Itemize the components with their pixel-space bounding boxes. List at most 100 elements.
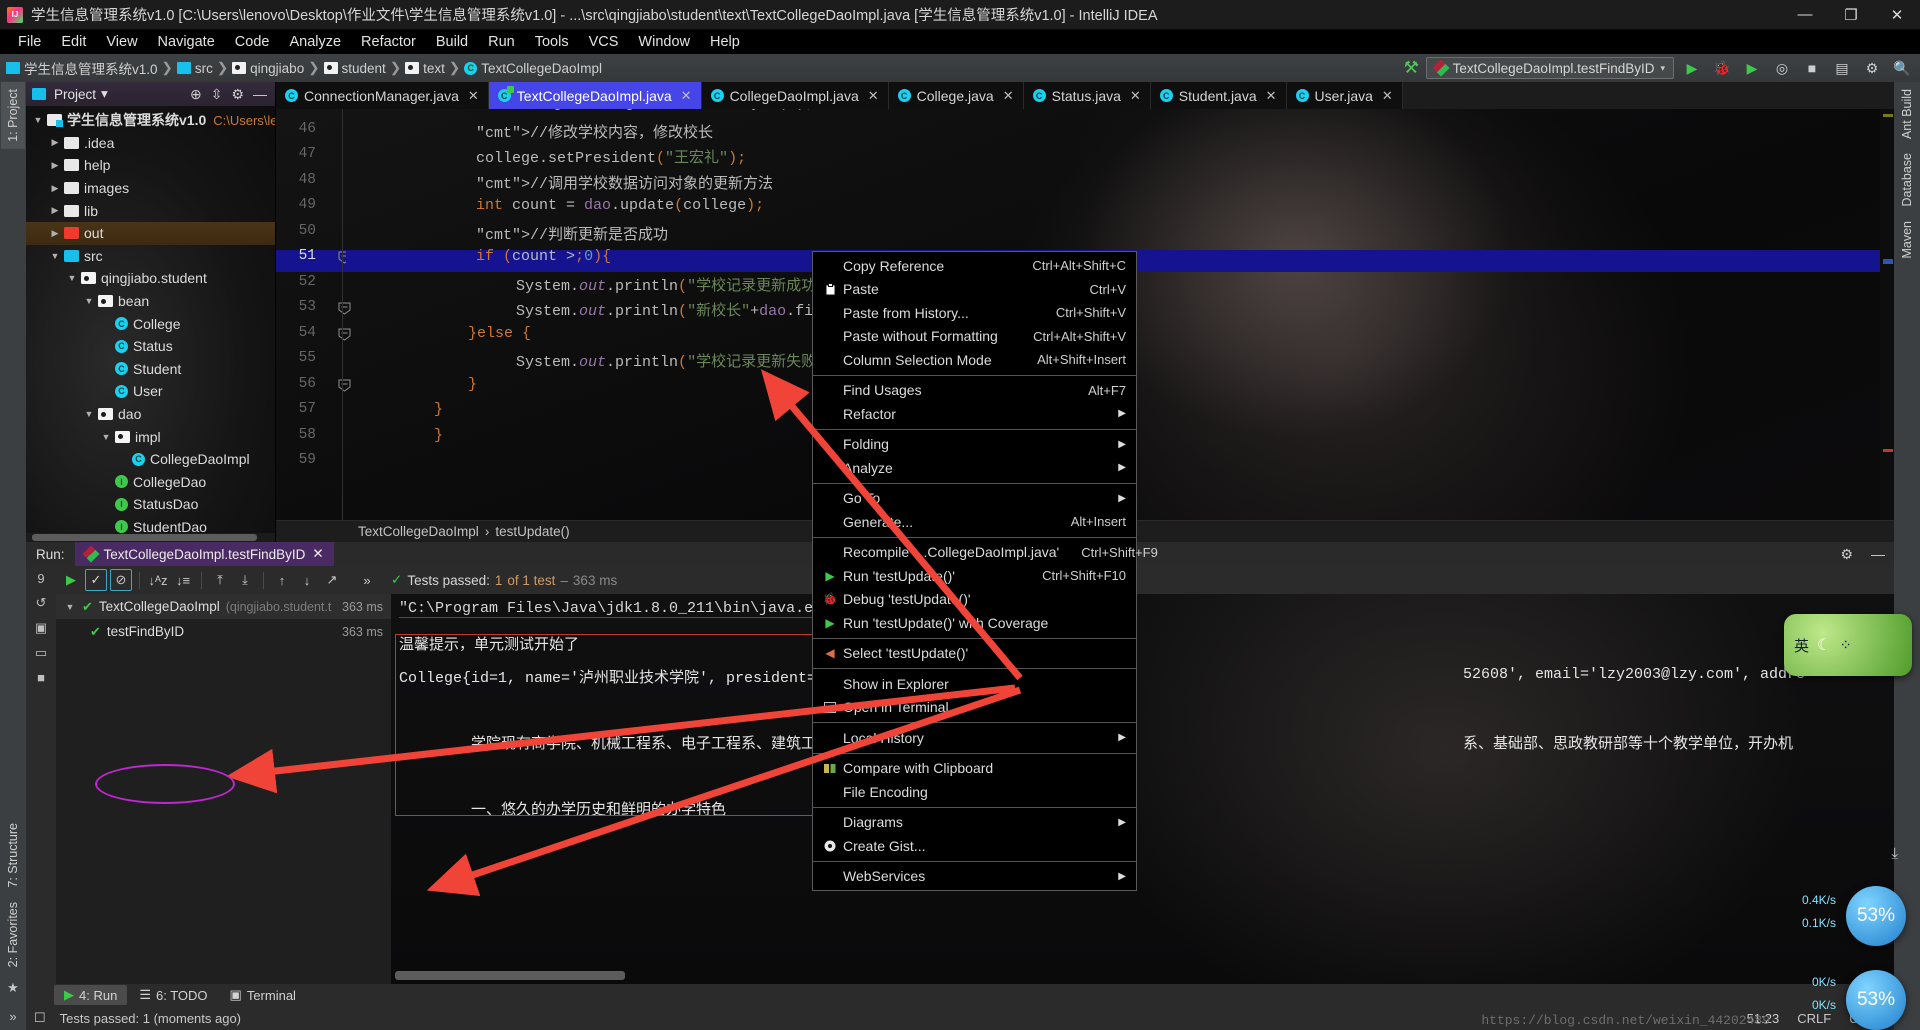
menu-help[interactable]: Help [700, 32, 750, 52]
run-side-icon-3[interactable]: ▭ [35, 645, 47, 661]
close-icon[interactable]: ✕ [468, 88, 479, 104]
chevron-right-icon[interactable]: ▶ [49, 228, 61, 239]
tree-item[interactable]: • StatusDao [26, 493, 275, 516]
context-menu-item[interactable]: Local History ▶ [813, 726, 1136, 750]
context-menu-item[interactable]: Column Selection Mode Alt+Shift+Insert [813, 348, 1136, 372]
hide-panel-icon[interactable]: — [253, 86, 267, 103]
editor-tab[interactable]: CollegeDaoImpl.java ✕ [701, 82, 889, 109]
editor-gutter[interactable]: 45 46 47 48 49 50 51 52 53 54 55 56 57 58 59 [276, 109, 351, 520]
context-menu-item[interactable]: Paste from History... Ctrl+Shift+V [813, 301, 1136, 325]
search-icon[interactable]: 🔍 [1890, 57, 1914, 79]
menu-file[interactable]: File [8, 32, 51, 52]
run-settings-icon[interactable]: ⚙ [1831, 546, 1862, 563]
chevron-down-icon[interactable]: ▼ [66, 273, 78, 283]
performance-badge-2[interactable]: 53% [1846, 970, 1906, 1030]
breadcrumb-src[interactable]: src [195, 61, 213, 76]
editor-tab[interactable]: College.java ✕ [888, 82, 1024, 109]
context-menu-item[interactable]: Analyze ▶ [813, 456, 1136, 480]
run-coverage-button[interactable]: ▶ [1740, 57, 1764, 79]
console-horizontal-scrollbar[interactable] [391, 971, 1894, 980]
close-icon[interactable]: ✕ [868, 88, 879, 104]
menu-navigate[interactable]: Navigate [148, 32, 225, 52]
chevron-right-icon[interactable]: ▶ [49, 205, 61, 216]
expand-all-button[interactable]: ⤒ [209, 569, 231, 591]
tree-item[interactable]: • College [26, 312, 275, 335]
chevron-right-icon[interactable]: ▶ [49, 160, 61, 171]
editor-tab[interactable]: Student.java ✕ [1150, 82, 1287, 109]
close-icon[interactable]: ✕ [1266, 88, 1277, 104]
tree-item[interactable]: ▶ .idea [26, 132, 275, 155]
bottom-tab-terminal[interactable]: ▣ Terminal [220, 985, 306, 1005]
close-icon[interactable]: ✕ [1130, 88, 1141, 104]
breadcrumb-qingjiabo[interactable]: qingjiabo [250, 61, 304, 76]
previous-test-button[interactable]: ↑ [271, 569, 293, 591]
debug-button[interactable]: 🐞 [1710, 57, 1734, 79]
editor-tab[interactable]: TextCollegeDaoImpl.java ✕ [488, 82, 702, 109]
tree-item[interactable]: • CollegeDao [26, 471, 275, 494]
menu-view[interactable]: View [96, 32, 147, 52]
run-minimize-icon[interactable]: — [1862, 546, 1894, 562]
editor-tab[interactable]: Status.java ✕ [1023, 82, 1151, 109]
hide-ignored-toggle[interactable]: ⊘ [110, 569, 132, 591]
hammer-icon[interactable]: ⚒ [1404, 58, 1419, 78]
context-menu-item[interactable]: Paste Ctrl+V [813, 278, 1136, 302]
stop-button[interactable]: ■ [1800, 57, 1824, 79]
sidebar-tab-favorites[interactable]: 2: Favorites [1, 895, 25, 974]
editor-context-menu[interactable]: Copy Reference Ctrl+Alt+Shift+C Paste Ctrl+… [812, 251, 1158, 891]
close-icon[interactable]: ✕ [312, 546, 323, 562]
chevron-right-icon[interactable]: ▶ [49, 137, 61, 148]
close-button[interactable]: ✕ [1874, 0, 1920, 30]
tree-item[interactable]: • Student [26, 358, 275, 381]
menu-edit[interactable]: Edit [51, 32, 96, 52]
project-horizontal-scrollbar[interactable] [26, 533, 275, 542]
menu-tools[interactable]: Tools [525, 32, 579, 52]
sidebar-tab-maven[interactable]: Maven [1895, 214, 1919, 266]
menu-build[interactable]: Build [426, 32, 478, 52]
context-menu-item[interactable]: Recompile '...CollegeDaoImpl.java' Ctrl+S… [813, 541, 1158, 565]
breadcrumb-text[interactable]: text [423, 61, 445, 76]
tree-item[interactable]: ▼ impl [26, 425, 275, 448]
maximize-button[interactable]: ❐ [1828, 0, 1874, 30]
breadcrumb-student[interactable]: student [342, 61, 386, 76]
tree-item[interactable]: ▼ qingjiabo.student [26, 267, 275, 290]
chevron-down-icon[interactable]: ▾ [101, 86, 108, 102]
chevron-right-icon[interactable]: ▶ [49, 183, 61, 194]
context-menu-item[interactable]: Compare with Clipboard [813, 757, 1136, 781]
rerun-button[interactable]: ▶ [60, 569, 82, 591]
breadcrumb-method-name[interactable]: testUpdate() [495, 524, 569, 539]
run-side-icon-2[interactable]: ▣ [35, 620, 47, 636]
export-results-button[interactable]: ↗ [321, 569, 343, 591]
close-icon[interactable]: ✕ [681, 88, 692, 104]
run-configuration-selector[interactable]: TextCollegeDaoImpl.testFindByID ▾ [1425, 57, 1674, 79]
ime-indicator[interactable]: 英 ☾ ⁘ [1784, 614, 1912, 676]
breadcrumb-project[interactable]: 学生信息管理系统v1.0 [24, 58, 158, 78]
tree-item[interactable]: • Status [26, 335, 275, 358]
star-icon[interactable]: ★ [3, 978, 23, 998]
expand-arrow[interactable]: ▼ [64, 602, 76, 612]
layout-button[interactable]: ▤ [1830, 57, 1854, 79]
menu-window[interactable]: Window [628, 32, 700, 52]
tree-item[interactable]: • CollegeDaoImpl [26, 448, 275, 471]
show-passed-toggle[interactable]: ✓ [85, 569, 107, 591]
menu-vcs[interactable]: VCS [579, 32, 629, 52]
bottom-tab-run[interactable]: ▶ 4: Run [54, 985, 128, 1005]
run-button[interactable]: ▶ [1680, 57, 1704, 79]
context-menu-item[interactable]: ▶ Run 'testUpdate()' with Coverage [813, 611, 1136, 635]
context-menu-item[interactable]: File Encoding [813, 780, 1136, 804]
chevron-down-icon[interactable]: ▼ [100, 432, 112, 442]
menu-code[interactable]: Code [225, 32, 280, 52]
locate-file-icon[interactable]: ⊕ [190, 86, 202, 103]
sidebar-tab-ant-build[interactable]: Ant Build [1895, 82, 1919, 146]
performance-badge-1[interactable]: 53% [1846, 886, 1906, 946]
editor-marker-bar[interactable] [1880, 109, 1894, 520]
context-menu-item[interactable]: > Open in Terminal [813, 696, 1136, 720]
context-menu-item[interactable]: ◀ Select 'testUpdate()' [813, 642, 1136, 666]
chevron-down-icon[interactable]: ▼ [83, 296, 95, 306]
context-menu-item[interactable]: Paste without Formatting Ctrl+Alt+Shift+V [813, 325, 1136, 349]
sidebar-tab-database[interactable]: Database [1895, 146, 1919, 214]
chevron-down-icon[interactable]: ▼ [49, 251, 61, 261]
tree-item[interactable]: • StudentDao [26, 516, 275, 533]
context-menu-item[interactable]: Refactor ▶ [813, 402, 1136, 426]
context-menu-item[interactable]: ▶ Run 'testUpdate()' Ctrl+Shift+F10 [813, 564, 1136, 588]
run-side-icon-4[interactable]: ■ [37, 670, 45, 685]
